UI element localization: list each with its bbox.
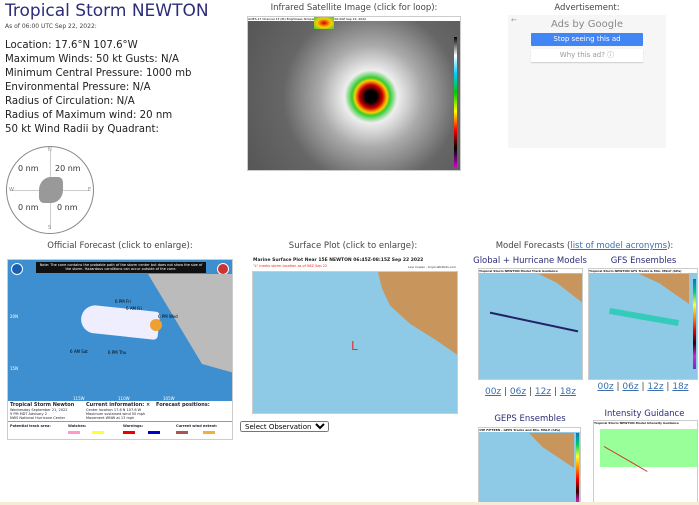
surface-plot-label: Surface Plot (click to enlarge): [288, 241, 418, 251]
geps-title: 15E FIFTEEN - GEPS Tracks and Min. MSLP … [479, 428, 580, 432]
stop-seeing-ad-button[interactable]: Stop seeing this ad [531, 33, 643, 46]
point-label: 6 AM Fri [126, 306, 143, 311]
lat-label: 20N [10, 314, 19, 319]
point-label: 6 PM Wed [158, 314, 178, 319]
intensity-title: Tropical Storm NEWTON Model Intensity Gu… [594, 421, 679, 425]
max-winds: Maximum Winds: 50 kt Gusts: N/A [5, 54, 180, 65]
why-this-ad-button[interactable]: Why this ad? ⓘ [531, 49, 643, 62]
gfs-runs: 00z | 06z | 12z | 18z [597, 382, 689, 392]
as-of-time: As of 06:00 UTC Sep 22, 2022: [5, 23, 97, 30]
point-label: 6 AM Sat [70, 349, 88, 354]
ad-label: Advertisement: [554, 3, 620, 13]
satellite-image-link[interactable]: GOES-17 Channel 13 (IR) Brightness Tempe… [247, 16, 461, 171]
surface-plot-subtitle: "L" marks storm location as of 06Z Sep 2… [253, 264, 328, 268]
global-models-title: Tropical Storm NEWTON Model Track Guidan… [479, 269, 582, 273]
current-line: Movement WNW at 13 mph [86, 416, 135, 420]
forecast-cone [79, 304, 161, 340]
legend-item: Current wind extent: [176, 424, 218, 428]
surface-plot-credit: Levi Cowan - tropicaltidbits.com [408, 265, 457, 269]
gfs-ensembles-image-link[interactable]: Tropical Storm NEWTON GFS Tracks & Min. … [588, 268, 698, 380]
forecast-positions: Forecast positions: [156, 402, 210, 408]
model-forecasts-label: Model Forecasts (list of model acronyms)… [470, 241, 699, 251]
radius-max-wind: Radius of Maximum wind: 20 nm [5, 110, 173, 121]
intensity-guidance-label: Intensity Guidance [604, 409, 685, 419]
env-pressure: Environmental Pressure: N/A [5, 82, 151, 93]
run-12z-link[interactable]: 12z [535, 387, 551, 397]
radius-se: 0 nm [57, 203, 78, 212]
model-label-text: Model Forecasts ( [495, 241, 571, 251]
storm-title: Tropical Storm NEWTON [5, 1, 209, 21]
wind-radii-heading: 50 kt Wind Radii by Quadrant: [5, 124, 159, 135]
storm-location-marker: L [351, 339, 358, 353]
run-00z-link[interactable]: 00z [485, 387, 501, 397]
geps-ensembles-label: GEPS Ensembles [494, 414, 566, 424]
global-models-runs: 00z | 06z | 12z | 18z [484, 387, 577, 397]
radius-nw: 0 nm [18, 164, 39, 173]
noaa-logo [11, 263, 23, 275]
run-06z-link[interactable]: 06z [622, 382, 638, 392]
nws-logo [217, 263, 229, 275]
compass-w: W [9, 187, 14, 193]
ads-by-google: Ads by Google [550, 19, 624, 30]
run-12z-link[interactable]: 12z [647, 382, 663, 392]
radius-sw: 0 nm [18, 203, 39, 212]
legend-item: Warnings: [123, 424, 143, 428]
legend-item: Potential track area: [10, 424, 51, 428]
model-label-end: ): [667, 241, 674, 251]
intensity-guidance-image-link[interactable]: Tropical Storm NEWTON Model Intensity Gu… [593, 420, 698, 505]
point-label: 6 PM Fri [115, 299, 131, 304]
run-18z-link[interactable]: 18z [672, 382, 688, 392]
model-acronyms-link[interactable]: list of model acronyms [570, 241, 667, 251]
satellite-label: Infrared Satellite Image (click for loop… [270, 3, 438, 13]
legend-item: Watches: [68, 424, 87, 428]
run-18z-link[interactable]: 18z [560, 387, 576, 397]
global-models-label: Global + Hurricane Models [473, 256, 587, 266]
compass-n: N [48, 147, 52, 153]
gfs-title: Tropical Storm NEWTON GFS Tracks & Min. … [589, 269, 697, 273]
observation-time-select[interactable]: Select Observation Time... [240, 421, 329, 432]
radius-ne: 20 nm [55, 164, 81, 173]
gfs-ensembles-label: GFS Ensembles [610, 256, 677, 266]
satellite-caption: GOES-17 Channel 13 (IR) Brightness Tempe… [248, 17, 460, 21]
radius-circulation: Radius of Circulation: N/A [5, 96, 135, 107]
global-models-image-link[interactable]: Tropical Storm NEWTON Model Track Guidan… [478, 268, 583, 380]
surface-plot-title: Marine Surface Plot Near 15E NEWTON 06:4… [253, 258, 424, 263]
run-00z-link[interactable]: 00z [597, 382, 613, 392]
compass-e: E [88, 187, 92, 193]
surface-plot-image-link[interactable]: L [252, 271, 458, 414]
run-06z-link[interactable]: 06z [510, 387, 526, 397]
ad-box: ← Ads by Google Stop seeing this ad Why … [508, 15, 666, 148]
location: Location: 17.6°N 107.6°W [5, 40, 138, 51]
point-label: 6 PM Thu [108, 350, 127, 355]
issuing-center: NWS National Hurricane Center [10, 416, 66, 420]
geps-ensembles-image-link[interactable]: 15E FIFTEEN - GEPS Tracks and Min. MSLP … [478, 427, 581, 505]
compass-s: S [48, 225, 52, 231]
storm-symbol-icon [39, 177, 63, 203]
official-forecast-image-link[interactable]: Note: The cone contains the probable pat… [7, 259, 233, 440]
cone-note: Note: The cone contains the probable pat… [36, 262, 206, 273]
official-forecast-label: Official Forecast (click to enlarge): [47, 241, 193, 251]
min-pressure: Minimum Central Pressure: 1000 mb [5, 68, 192, 79]
lat-label: 15N [10, 366, 19, 371]
wind-radii-compass: N S W E 0 nm 20 nm 0 nm 0 nm [6, 146, 94, 234]
